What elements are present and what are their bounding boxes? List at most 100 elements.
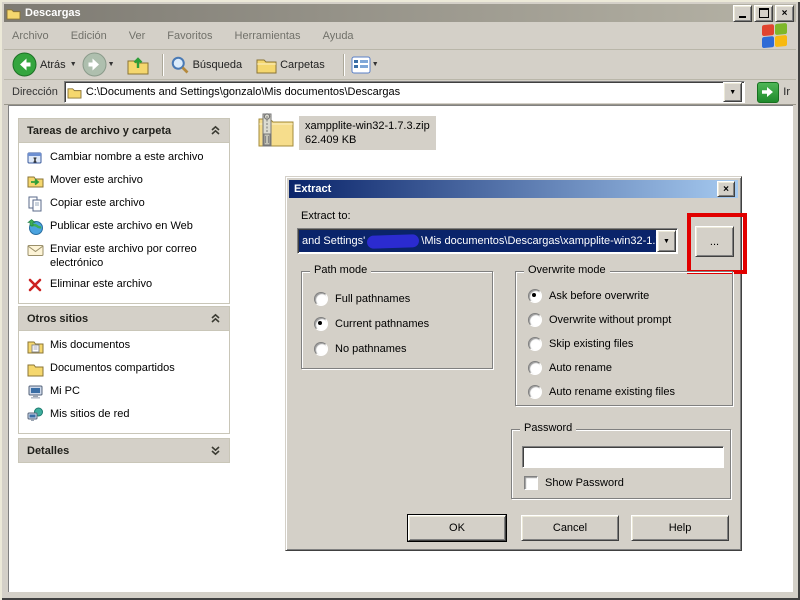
dialog-close-button[interactable]: × bbox=[717, 181, 735, 197]
views-dropdown-icon[interactable]: ▼ bbox=[372, 61, 379, 68]
copy-icon bbox=[27, 196, 44, 212]
search-icon[interactable] bbox=[170, 55, 190, 75]
help-button[interactable]: Help bbox=[631, 515, 729, 541]
chevron-up-icon[interactable] bbox=[210, 313, 221, 324]
toolbar-separator bbox=[162, 54, 164, 76]
task-section-details: Detalles bbox=[18, 438, 230, 463]
task-label: Eliminar este archivo bbox=[50, 277, 152, 291]
radio-label: Skip existing files bbox=[549, 338, 633, 350]
path-prefix: and Settings' bbox=[302, 235, 365, 247]
file-size: 62.409 KB bbox=[305, 133, 430, 147]
menu-favoritos[interactable]: Favoritos bbox=[167, 30, 212, 42]
chevron-up-icon[interactable] bbox=[210, 125, 221, 136]
window-title: Descargas bbox=[25, 7, 731, 19]
task-item-move[interactable]: Mover este archivo bbox=[27, 173, 223, 189]
back-button[interactable] bbox=[12, 52, 37, 77]
explorer-window: Descargas × Archivo Edición Ver Favorito… bbox=[0, 0, 800, 600]
radio-icon[interactable] bbox=[528, 313, 542, 327]
minimize-icon bbox=[739, 16, 746, 18]
radio-no-pathnames[interactable]: No pathnames bbox=[314, 336, 492, 361]
views-button[interactable] bbox=[351, 56, 371, 74]
menu-archivo[interactable]: Archivo bbox=[12, 30, 49, 42]
extract-to-label: Extract to: bbox=[301, 210, 351, 222]
radio-label: Current pathnames bbox=[335, 318, 429, 330]
task-item-copy[interactable]: Copiar este archivo bbox=[27, 196, 223, 212]
section-title: Tareas de archivo y carpeta bbox=[27, 125, 210, 137]
folders-label[interactable]: Carpetas bbox=[280, 59, 325, 71]
checkbox-icon[interactable] bbox=[524, 476, 538, 490]
address-bar: Dirección C:\Documents and Settings\gonz… bbox=[4, 80, 796, 105]
radio-label: Auto rename bbox=[549, 362, 612, 374]
menu-edicion[interactable]: Edición bbox=[71, 30, 107, 42]
file-item-zip[interactable]: xampplite-win32-1.7.3.zip 62.409 KB bbox=[256, 112, 436, 150]
radio-icon-checked[interactable] bbox=[314, 317, 328, 331]
radio-icon[interactable] bbox=[314, 342, 328, 356]
radio-label: Full pathnames bbox=[335, 293, 410, 305]
address-dropdown-button[interactable]: ▼ bbox=[723, 82, 742, 102]
toolbar: Atrás ▼ ▼ Búsqueda Carpetas ▼ bbox=[4, 50, 796, 80]
radio-icon[interactable] bbox=[528, 337, 542, 351]
forward-dropdown-icon[interactable]: ▼ bbox=[108, 61, 115, 68]
radio-full-pathnames[interactable]: Full pathnames bbox=[314, 286, 492, 311]
folders-icon[interactable] bbox=[256, 56, 277, 74]
place-item-my-documents[interactable]: Mis documentos bbox=[27, 338, 223, 354]
my-computer-icon bbox=[27, 384, 44, 400]
menu-ayuda[interactable]: Ayuda bbox=[323, 30, 354, 42]
minimize-button[interactable] bbox=[733, 5, 752, 22]
menu-herramientas[interactable]: Herramientas bbox=[235, 30, 301, 42]
place-item-network[interactable]: Mis sitios de red bbox=[27, 407, 223, 423]
task-section-header[interactable]: Detalles bbox=[19, 439, 229, 462]
extract-dialog: Extract × Extract to: and Settings' \Mis… bbox=[285, 176, 742, 551]
radio-ask-before-overwrite[interactable]: Ask before overwrite bbox=[528, 284, 732, 308]
place-item-my-computer[interactable]: Mi PC bbox=[27, 384, 223, 400]
radio-skip-existing-files[interactable]: Skip existing files bbox=[528, 332, 732, 356]
forward-button[interactable] bbox=[82, 52, 107, 77]
radio-icon[interactable] bbox=[314, 292, 328, 306]
my-documents-icon bbox=[27, 338, 44, 354]
task-item-publish[interactable]: Publicar este archivo en Web bbox=[27, 219, 223, 235]
task-section-header[interactable]: Otros sitios bbox=[19, 307, 229, 331]
radio-current-pathnames[interactable]: Current pathnames bbox=[314, 311, 492, 336]
task-item-delete[interactable]: Eliminar este archivo bbox=[27, 277, 223, 293]
combobox-dropdown-button[interactable]: ▼ bbox=[657, 230, 676, 252]
cancel-button[interactable]: Cancel bbox=[521, 515, 619, 541]
window-titlebar: Descargas × bbox=[4, 4, 796, 22]
go-button[interactable] bbox=[757, 82, 779, 103]
radio-label: No pathnames bbox=[335, 343, 407, 355]
dialog-title: Extract bbox=[294, 183, 717, 195]
radio-icon-checked[interactable] bbox=[528, 289, 542, 303]
ok-button[interactable]: OK bbox=[408, 515, 506, 541]
radio-icon[interactable] bbox=[528, 385, 542, 399]
radio-auto-rename-existing-files[interactable]: Auto rename existing files bbox=[528, 380, 732, 404]
task-label: Copiar este archivo bbox=[50, 196, 145, 210]
back-dropdown-icon[interactable]: ▼ bbox=[70, 61, 77, 68]
overwrite-mode-title: Overwrite mode bbox=[524, 264, 610, 276]
windows-logo-icon bbox=[762, 23, 788, 49]
toolbar-separator bbox=[343, 54, 345, 76]
radio-auto-rename[interactable]: Auto rename bbox=[528, 356, 732, 380]
maximize-button[interactable] bbox=[754, 5, 773, 22]
search-label[interactable]: Búsqueda bbox=[193, 59, 243, 71]
dialog-titlebar: Extract × bbox=[289, 180, 738, 198]
address-label: Dirección bbox=[12, 86, 58, 98]
password-input[interactable] bbox=[522, 446, 724, 468]
radio-overwrite-without-prompt[interactable]: Overwrite without prompt bbox=[528, 308, 732, 332]
go-label[interactable]: Ir bbox=[783, 86, 790, 98]
task-label: Mover este archivo bbox=[50, 173, 143, 187]
back-label[interactable]: Atrás bbox=[40, 59, 66, 71]
email-icon bbox=[27, 242, 44, 258]
up-folder-button[interactable] bbox=[126, 54, 150, 76]
address-input[interactable]: C:\Documents and Settings\gonzalo\Mis do… bbox=[64, 81, 745, 103]
task-section-header[interactable]: Tareas de archivo y carpeta bbox=[19, 119, 229, 143]
chevron-down-icon[interactable] bbox=[210, 445, 221, 456]
extract-path-combobox[interactable]: and Settings' \Mis documentos\Descargas\… bbox=[297, 228, 678, 254]
place-label: Documentos compartidos bbox=[50, 361, 175, 375]
show-password-option[interactable]: Show Password bbox=[524, 476, 624, 490]
task-item-rename[interactable]: Cambiar nombre a este archivo bbox=[27, 150, 223, 166]
menu-ver[interactable]: Ver bbox=[129, 30, 146, 42]
place-item-shared-documents[interactable]: Documentos compartidos bbox=[27, 361, 223, 377]
close-button[interactable]: × bbox=[775, 5, 794, 22]
address-path: C:\Documents and Settings\gonzalo\Mis do… bbox=[86, 86, 400, 98]
radio-icon[interactable] bbox=[528, 361, 542, 375]
task-item-email[interactable]: Enviar este archivo por correo electróni… bbox=[27, 242, 223, 270]
